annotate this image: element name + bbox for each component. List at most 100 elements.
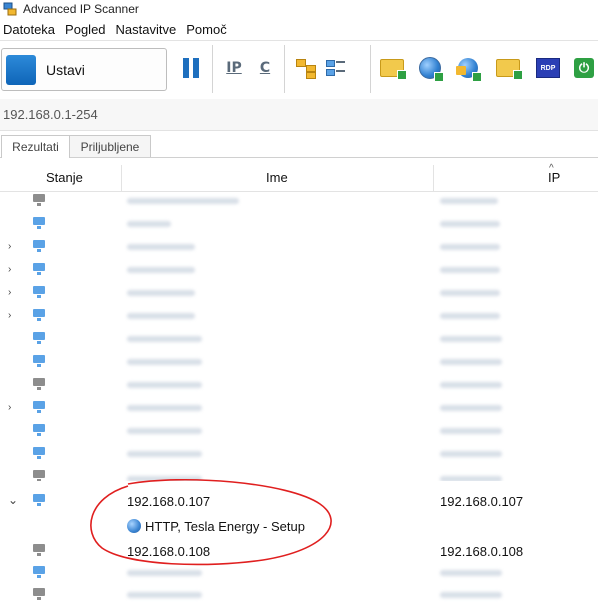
column-name[interactable]: Ime	[266, 170, 288, 185]
globe-icon	[419, 57, 444, 82]
table-row[interactable]	[0, 444, 598, 466]
expand-all-button[interactable]	[290, 51, 322, 85]
blurred-ip	[440, 405, 502, 411]
blurred-ip	[440, 476, 502, 481]
table-row[interactable]: ›	[0, 237, 598, 259]
device-ip: 192.168.0.108	[440, 544, 524, 559]
blurred-name	[127, 290, 195, 296]
folder-icon	[380, 59, 407, 80]
device-ip: 192.168.0.107	[440, 494, 524, 509]
blurred-name	[127, 336, 202, 342]
expand-row-icon[interactable]: ›	[8, 264, 11, 275]
menu-view[interactable]: Pogled	[61, 22, 111, 37]
blurred-ip	[440, 290, 500, 296]
table-row[interactable]: ›	[0, 398, 598, 420]
pause-button[interactable]	[175, 51, 207, 85]
http-button[interactable]	[414, 51, 446, 85]
tab-results-label: Rezultati	[12, 140, 59, 154]
service-label[interactable]: HTTP, Tesla Energy - Setup	[145, 519, 305, 534]
computer-icon	[32, 566, 46, 578]
table-row[interactable]: ›	[0, 306, 598, 328]
blurred-name	[127, 313, 195, 319]
menu-help[interactable]: Pomoč	[182, 22, 232, 37]
table-row-expanded[interactable]: ⌄ 192.168.0.107 192.168.0.107	[0, 491, 598, 513]
expand-row-icon[interactable]: ›	[8, 402, 11, 413]
column-status[interactable]: Stanje	[46, 170, 83, 185]
tab-results[interactable]: Rezultati	[1, 135, 70, 158]
computer-icon	[32, 494, 46, 506]
c-icon: C	[259, 60, 271, 76]
blurred-name	[127, 570, 202, 576]
device-name: 192.168.0.107	[127, 494, 211, 509]
blurred-ip	[440, 359, 502, 365]
blurred-name	[127, 221, 171, 227]
column-separator[interactable]	[121, 165, 122, 191]
device-name: 192.168.0.108	[127, 544, 211, 559]
computer-icon	[32, 424, 46, 436]
expand-tree-icon	[295, 58, 317, 79]
computer-icon	[32, 240, 46, 252]
results-tabs: Rezultati Priljubljene	[0, 131, 598, 158]
menu-settings[interactable]: Nastavitve	[112, 22, 183, 37]
ftp-button[interactable]	[492, 51, 524, 85]
c-button[interactable]: C	[249, 51, 281, 85]
toolbar-separator	[284, 45, 285, 93]
computer-icon	[32, 194, 46, 206]
blurred-ip	[440, 451, 502, 457]
tab-favorites-label: Priljubljene	[80, 139, 140, 154]
blurred-name	[127, 382, 202, 388]
table-row[interactable]	[0, 563, 598, 585]
table-row[interactable]	[0, 352, 598, 374]
table-row[interactable]: ›	[0, 260, 598, 282]
blurred-name	[127, 198, 239, 204]
table-row[interactable]	[0, 421, 598, 443]
https-button[interactable]	[452, 51, 484, 85]
blurred-name	[127, 267, 195, 273]
expand-row-icon[interactable]: ›	[8, 287, 11, 298]
table-row[interactable]: 192.168.0.108 192.168.0.108	[0, 541, 598, 563]
menu-file[interactable]: Datoteka	[0, 22, 61, 37]
scan-range-input[interactable]: 192.168.0.1-254	[0, 99, 598, 131]
ip-button[interactable]: IP	[218, 51, 250, 85]
stop-scan-button[interactable]: Ustavi	[1, 48, 167, 91]
table-row[interactable]	[0, 375, 598, 397]
blurred-ip	[440, 336, 502, 342]
expand-row-icon[interactable]: ›	[8, 241, 11, 252]
rdp-icon: RDP	[536, 58, 560, 78]
explore-shares-button[interactable]	[376, 51, 408, 85]
table-row[interactable]	[0, 191, 598, 213]
tab-favorites[interactable]: Priljubljene	[69, 135, 151, 157]
ftp-folder-icon	[496, 59, 523, 80]
collapse-tree-icon	[325, 58, 347, 78]
blurred-ip	[440, 221, 500, 227]
column-separator[interactable]	[433, 165, 434, 191]
rdp-button[interactable]: RDP	[532, 51, 564, 85]
computer-icon	[32, 588, 46, 600]
expand-row-icon[interactable]: ›	[8, 310, 11, 321]
table-row[interactable]	[0, 467, 598, 481]
power-button[interactable]: ⏻	[572, 51, 596, 85]
table-row[interactable]: ›	[0, 283, 598, 305]
table-row[interactable]	[0, 585, 598, 607]
scan-range-value: 192.168.0.1-254	[3, 107, 98, 122]
toolbar-separator	[370, 45, 371, 93]
blurred-name	[127, 476, 202, 481]
computer-icon	[32, 470, 46, 481]
menu-bar: Datoteka Pogled Nastavitve Pomoč	[0, 18, 598, 40]
table-row[interactable]	[0, 329, 598, 351]
blurred-ip	[440, 592, 502, 598]
advanced-ip-scanner-icon	[3, 2, 17, 16]
column-ip[interactable]: IP	[548, 170, 560, 185]
ip-icon: IP	[226, 60, 242, 76]
computer-icon	[32, 544, 46, 556]
collapse-all-button[interactable]	[320, 51, 352, 85]
title-bar: Advanced IP Scanner	[0, 0, 598, 18]
service-row[interactable]: HTTP, Tesla Energy - Setup	[0, 516, 598, 538]
toolbar-separator	[212, 45, 213, 93]
grid-header: Stanje Ime ^ IP	[0, 163, 598, 192]
table-row[interactable]	[0, 214, 598, 236]
pause-icon	[181, 58, 201, 78]
computer-icon	[32, 447, 46, 459]
collapse-row-icon[interactable]: ⌄	[8, 493, 18, 507]
blurred-name	[127, 428, 202, 434]
